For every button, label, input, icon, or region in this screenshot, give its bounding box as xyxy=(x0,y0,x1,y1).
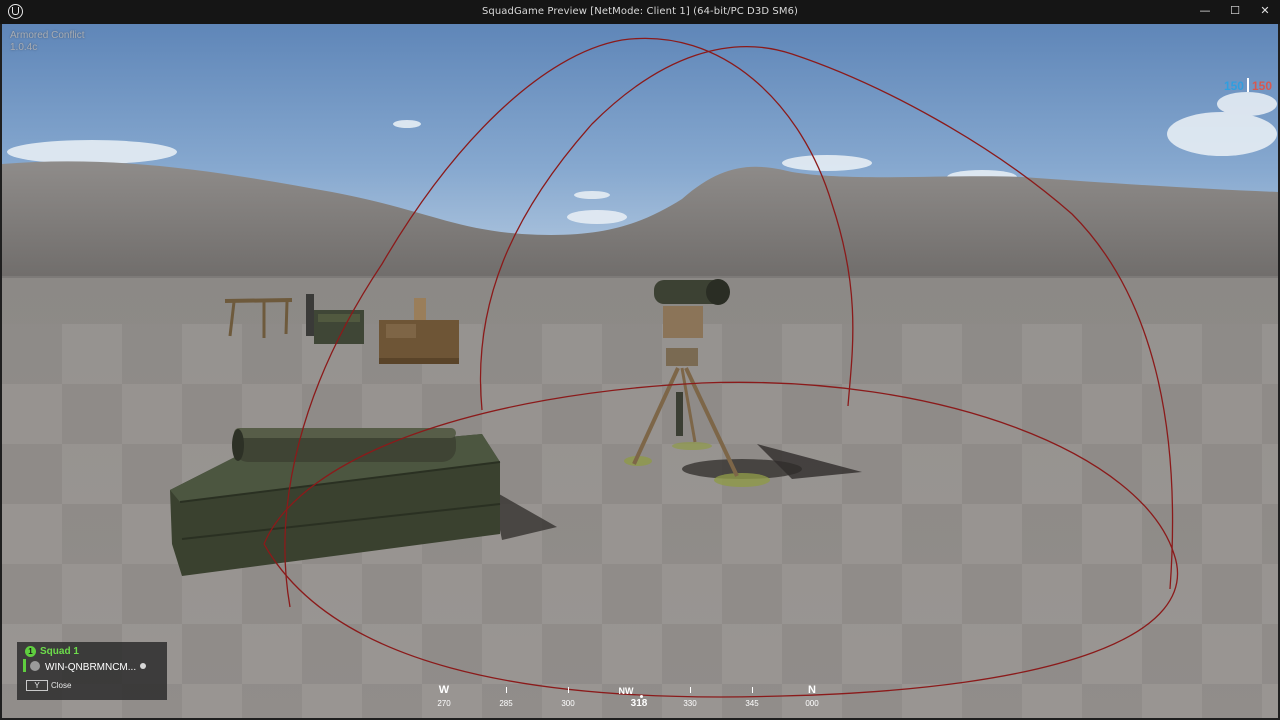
build-info: Armored Conflict 1.0.4c xyxy=(10,30,84,54)
close-label: Close xyxy=(51,681,72,690)
compass-value-285: 285 xyxy=(499,699,513,708)
compass-cardinal-nw: NW xyxy=(618,686,634,696)
close-hint[interactable]: Y Close xyxy=(26,680,71,691)
compass-bar: W 270 285 300 NW 318 330 345 N 000 xyxy=(422,682,842,714)
compass-value-000: 000 xyxy=(805,699,819,708)
compass-tick xyxy=(506,687,507,693)
role-icon xyxy=(30,661,40,671)
close-key: Y xyxy=(26,680,48,691)
game-name: Armored Conflict xyxy=(10,30,85,41)
squad-member-row[interactable]: WIN-QNBRMNCM... xyxy=(23,659,147,673)
score-separator xyxy=(1246,78,1249,92)
squad-number-badge: 1 xyxy=(25,646,36,657)
compass-cardinal-w: W xyxy=(438,684,450,696)
window-title: SquadGame Preview [NetMode: Client 1] (6… xyxy=(481,6,799,17)
squad-leader-icon xyxy=(140,663,147,669)
squad-header: 1 Squad 1 xyxy=(25,646,79,657)
compass-current-heading: 318 xyxy=(630,698,648,709)
minimize-button[interactable]: — xyxy=(1190,0,1220,24)
member-name: WIN-QNBRMNCM... xyxy=(45,662,137,673)
compass-cardinal-n: N xyxy=(808,684,816,696)
compass-value-345: 345 xyxy=(745,699,759,708)
close-button[interactable]: ✕ xyxy=(1250,0,1280,24)
red-team-tickets: 150 xyxy=(1251,79,1272,93)
version-number: 1.0.4c xyxy=(10,42,38,53)
member-health-bar xyxy=(23,659,26,672)
compass-value-330: 330 xyxy=(683,699,697,708)
maximize-button[interactable]: ☐ xyxy=(1220,0,1250,24)
soldier-figure xyxy=(306,294,314,336)
compass-tick xyxy=(568,687,569,693)
blue-team-tickets: 150 xyxy=(1223,79,1244,93)
game-window: SquadGame Preview [NetMode: Client 1] (6… xyxy=(0,0,1280,720)
compass-value-270: 270 xyxy=(437,699,451,708)
game-viewport[interactable]: Armored Conflict 1.0.4c 150 150 1 Squad 1 … xyxy=(2,24,1278,718)
compass-value-300: 300 xyxy=(561,699,575,708)
title-bar[interactable]: SquadGame Preview [NetMode: Client 1] (6… xyxy=(0,0,1280,24)
game-scene xyxy=(2,24,1278,718)
compass-tick xyxy=(690,687,691,693)
squad-name: Squad 1 xyxy=(40,646,79,657)
team-tickets: 150 150 xyxy=(1224,78,1272,93)
compass-tick xyxy=(752,687,753,693)
squad-panel: 1 Squad 1 WIN-QNBRMNCM... Y Close xyxy=(17,642,167,700)
